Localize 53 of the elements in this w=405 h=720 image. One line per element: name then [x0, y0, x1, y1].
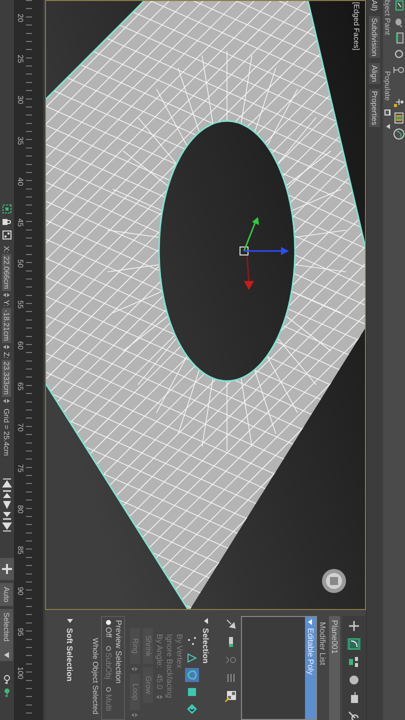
window-icon[interactable] [384, 108, 392, 116]
skip-end-icon[interactable] [2, 522, 12, 532]
grid-icon[interactable] [2, 230, 12, 240]
move-gizmo[interactable] [240, 217, 289, 290]
plus-icon [348, 620, 360, 632]
next-frame-icon[interactable] [2, 510, 12, 521]
modifier-stack[interactable]: Editable Poly [241, 616, 317, 720]
monitor-icon[interactable] [393, 32, 405, 44]
cube-icon[interactable] [185, 702, 199, 716]
stack-row[interactable]: Editable Poly [305, 617, 316, 719]
caret-icon[interactable] [308, 619, 314, 625]
window-icon[interactable] [393, 0, 405, 12]
previous-frame-icon[interactable] [2, 488, 12, 499]
bars-icon[interactable] [393, 112, 405, 124]
list-icon[interactable] [225, 672, 237, 684]
circle-icon [348, 674, 360, 686]
panel-tab[interactable] [347, 710, 361, 720]
caret-icon[interactable] [386, 124, 390, 129]
hierarchy-icon [348, 656, 360, 668]
panel-tab[interactable] [347, 638, 361, 650]
panel-tab[interactable] [347, 656, 361, 668]
curve-icon[interactable] [393, 128, 405, 140]
triangle-icon[interactable] [185, 651, 199, 665]
caret-icon[interactable] [203, 618, 209, 624]
configure-icon[interactable] [225, 690, 237, 702]
curve-icon [348, 638, 360, 650]
monitor-icon [348, 692, 360, 704]
wrench-icon [348, 710, 360, 720]
radio-label[interactable]: Off [104, 627, 113, 638]
radio-label[interactable]: Multi [104, 694, 113, 712]
lock-icon[interactable] [2, 217, 12, 227]
view-cube-icon[interactable] [322, 569, 346, 593]
rollout-title[interactable]: Selection [202, 628, 210, 664]
radio-button[interactable] [106, 646, 111, 651]
stack-item-label: Editable Poly [306, 628, 315, 675]
radio-label[interactable]: SubObj [104, 652, 113, 680]
key-icon[interactable] [2, 674, 12, 685]
set-key-button[interactable] [0, 558, 14, 580]
plus-icon [1, 562, 13, 575]
rollout-title[interactable]: Soft Selection [66, 628, 74, 682]
panel-tab[interactable] [347, 674, 361, 686]
dots-icon[interactable] [185, 634, 199, 648]
object-name-field[interactable]: Plane001 [329, 616, 340, 720]
modifier-list-dropdown[interactable]: Modifier List [317, 616, 327, 720]
key-icon[interactable] [2, 688, 12, 698]
group-title: Preview Selection [114, 620, 123, 686]
radio-button[interactable] [106, 687, 111, 692]
caret-icon[interactable] [4, 652, 10, 658]
skip-start-icon[interactable] [2, 478, 12, 488]
selection-square-icon[interactable] [2, 204, 12, 214]
caret-icon[interactable] [67, 618, 73, 624]
square-icon[interactable] [185, 685, 199, 699]
panel-tab[interactable] [347, 620, 361, 632]
